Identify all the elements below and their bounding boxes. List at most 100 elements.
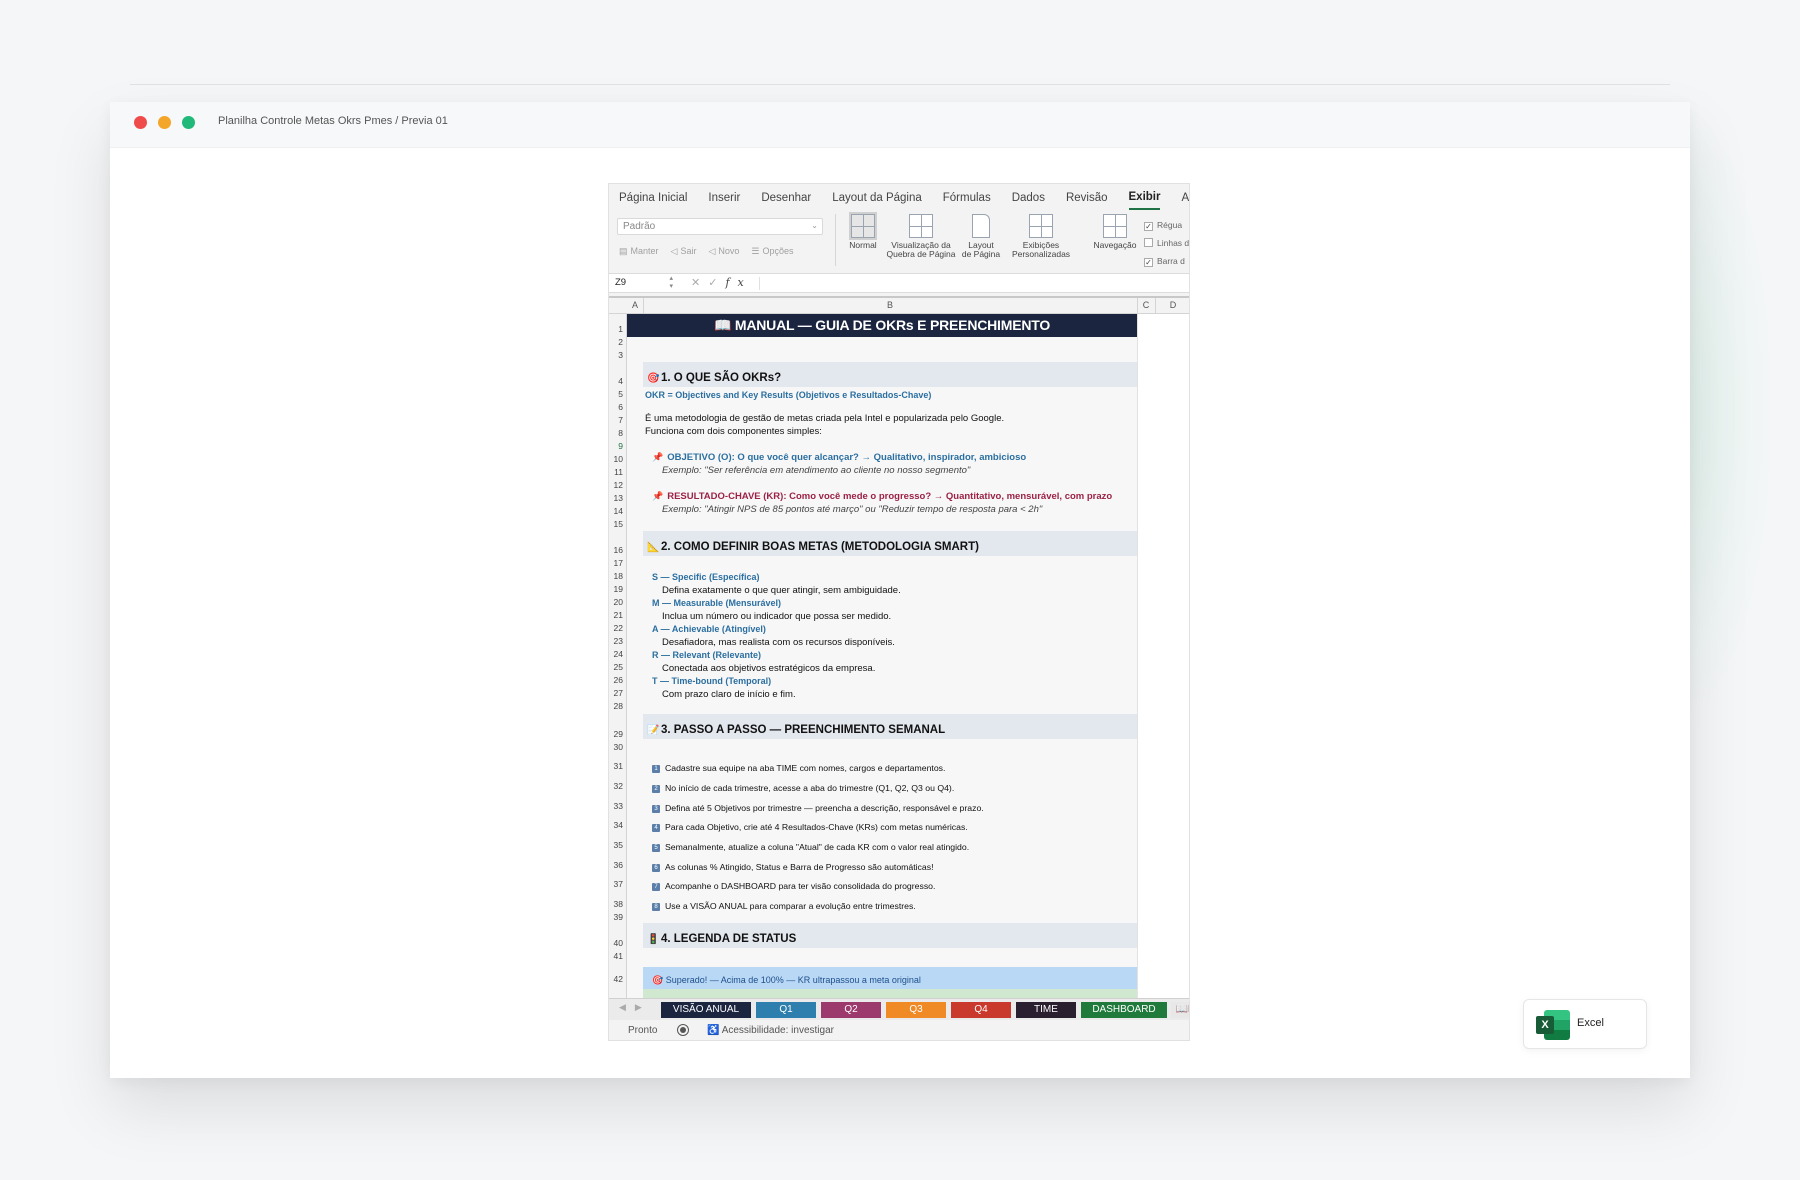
row-header[interactable]: 10 <box>609 454 626 464</box>
name-box[interactable]: Z9 ▴ ▾ <box>615 275 673 290</box>
app-card-excel[interactable]: X Excel <box>1523 999 1647 1049</box>
tab-exibir[interactable]: Exibir <box>1128 185 1161 210</box>
arrow-left-icon[interactable]: ◀ <box>619 1002 635 1012</box>
options-icon: ☰ <box>751 246 760 256</box>
row-header[interactable]: 24 <box>609 649 626 659</box>
sheet-view-select[interactable]: Padrão ⌄ <box>617 218 823 235</box>
row-header[interactable]: 28 <box>609 701 626 711</box>
page-break-preview-button[interactable]: Visualização da Quebra de Página <box>881 214 961 259</box>
sheet-tab-q2[interactable]: Q2 <box>821 1002 881 1018</box>
sheet-tab-visao-anual[interactable]: VISÃO ANUAL <box>661 1002 751 1018</box>
tab-auto[interactable]: Auto <box>1181 186 1189 209</box>
sheet-tab-q4[interactable]: Q4 <box>951 1002 1011 1018</box>
row-header[interactable]: 40 <box>609 938 626 948</box>
custom-views-button[interactable]: Exibições Personalizadas <box>1005 214 1077 259</box>
row-header[interactable]: 8 <box>609 428 626 438</box>
tab-layout-da-pagina[interactable]: Layout da Página <box>832 186 922 209</box>
worksheet-grid[interactable]: A B C D 1 2 3 4 5 6 7 8 9 10 11 12 13 14… <box>609 296 1189 998</box>
tab-desenhar[interactable]: Desenhar <box>761 186 811 209</box>
normal-view-button[interactable]: Normal <box>845 212 881 250</box>
row-header[interactable]: 37 <box>609 879 626 889</box>
insert-function-icon[interactable]: fx <box>725 276 751 289</box>
row-header[interactable]: 17 <box>609 558 626 568</box>
step-item: 3 Defina até 5 Objetivos por trimestre — … <box>652 803 984 813</box>
row-header[interactable]: 31 <box>609 761 626 771</box>
row-header[interactable]: 3 <box>609 350 626 360</box>
close-window-icon[interactable] <box>134 116 147 129</box>
row-header[interactable]: 2 <box>609 337 626 347</box>
row-header[interactable]: 15 <box>609 519 626 529</box>
row-header[interactable]: 26 <box>609 675 626 685</box>
step-item: 5 Semanalmente, atualize a coluna "Atual"… <box>652 842 969 852</box>
minimize-window-icon[interactable] <box>158 116 171 129</box>
section-header: 📝 3. PASSO A PASSO — PREENCHIMENTO SEMANA… <box>643 714 1137 739</box>
legend-superado: 🎯 Superado! — Acima de 100% — KR ultrapa… <box>643 967 1137 989</box>
row-header[interactable]: 13 <box>609 493 626 503</box>
arrow-right-icon[interactable]: ▶ <box>635 1002 651 1012</box>
row-header[interactable]: 38 <box>609 899 626 909</box>
navigation-button[interactable]: Navegação <box>1089 214 1141 250</box>
row-header[interactable]: 21 <box>609 610 626 620</box>
confirm-formula-icon[interactable]: ✓ <box>708 277 725 289</box>
tab-revisao[interactable]: Revisão <box>1066 186 1108 209</box>
sheet-tab-dashboard[interactable]: DASHBOARD <box>1081 1002 1167 1018</box>
step-item: 7 Acompanhe o DASHBOARD para ter visão co… <box>652 881 935 891</box>
tab-pagina-inicial[interactable]: Página Inicial <box>619 186 687 209</box>
formula-bar-checkbox[interactable]: ✓ Barra d <box>1144 252 1189 270</box>
smart-letter: A — Achievable (Atingível) <box>652 624 766 634</box>
row-header[interactable]: 19 <box>609 584 626 594</box>
tab-formulas[interactable]: Fórmulas <box>943 186 991 209</box>
row-header[interactable]: 9 <box>609 441 626 451</box>
tab-dados[interactable]: Dados <box>1012 186 1045 209</box>
row-header[interactable]: 34 <box>609 820 626 830</box>
row-header[interactable]: 23 <box>609 636 626 646</box>
row-header[interactable]: 27 <box>609 688 626 698</box>
row-header[interactable]: 11 <box>609 467 626 477</box>
cancel-formula-icon[interactable]: ✕ <box>691 277 708 289</box>
column-header-b[interactable]: B <box>643 300 1137 310</box>
row-header[interactable]: 42 <box>609 974 626 984</box>
column-header-d[interactable]: D <box>1155 300 1189 310</box>
manter-button[interactable]: ▤ Manter <box>619 246 659 257</box>
row-header[interactable]: 33 <box>609 801 626 811</box>
accessibility-status[interactable]: ♿ Acessibilidade: investigar <box>707 1025 834 1036</box>
row-header[interactable]: 1 <box>609 324 626 334</box>
tab-inserir[interactable]: Inserir <box>708 186 740 209</box>
row-header[interactable]: 14 <box>609 506 626 516</box>
column-header-a[interactable]: A <box>627 300 643 310</box>
row-header[interactable]: 30 <box>609 742 626 752</box>
sheet-tab-q3[interactable]: Q3 <box>886 1002 946 1018</box>
sheet-tab-time[interactable]: TIME <box>1016 1002 1076 1018</box>
sheet-tab-manual[interactable]: 📖M <box>1171 1002 1189 1018</box>
row-header[interactable]: 4 <box>609 376 626 386</box>
gridlines-checkbox[interactable]: Linhas d <box>1144 234 1189 252</box>
row-header[interactable]: 12 <box>609 480 626 490</box>
row-header[interactable]: 6 <box>609 402 626 412</box>
row-header[interactable]: 29 <box>609 729 626 739</box>
row-header[interactable]: 36 <box>609 860 626 870</box>
row-header[interactable]: 32 <box>609 781 626 791</box>
page-layout-button[interactable]: Layout de Página <box>959 214 1003 259</box>
row-header[interactable]: 41 <box>609 951 626 961</box>
novo-button[interactable]: ◁ Novo <box>708 246 739 257</box>
ruler-checkbox[interactable]: ✓ Régua <box>1144 216 1189 234</box>
smart-description: Conectada aos objetivos estratégicos da … <box>662 663 876 674</box>
key-result-example: Exemplo: "Atingir NPS de 85 pontos até m… <box>662 504 1043 515</box>
maximize-window-icon[interactable] <box>182 116 195 129</box>
row-header[interactable]: 25 <box>609 662 626 672</box>
row-header[interactable]: 35 <box>609 840 626 850</box>
row-header[interactable]: 20 <box>609 597 626 607</box>
sheet-tab-q1[interactable]: Q1 <box>756 1002 816 1018</box>
row-header[interactable]: 5 <box>609 389 626 399</box>
row-header[interactable]: 18 <box>609 571 626 581</box>
row-header[interactable]: 39 <box>609 912 626 922</box>
row-header[interactable]: 16 <box>609 545 626 555</box>
macro-record-icon[interactable] <box>677 1024 689 1036</box>
column-header-c[interactable]: C <box>1137 300 1155 310</box>
formula-input[interactable] <box>759 277 1189 290</box>
opcoes-button[interactable]: ☰ Opções <box>751 246 793 257</box>
row-header[interactable]: 22 <box>609 623 626 633</box>
row-header[interactable]: 7 <box>609 415 626 425</box>
step-item: 8 Use a VISÃO ANUAL para comparar a evolu… <box>652 901 916 911</box>
sair-button[interactable]: ◁ Sair <box>671 246 697 257</box>
